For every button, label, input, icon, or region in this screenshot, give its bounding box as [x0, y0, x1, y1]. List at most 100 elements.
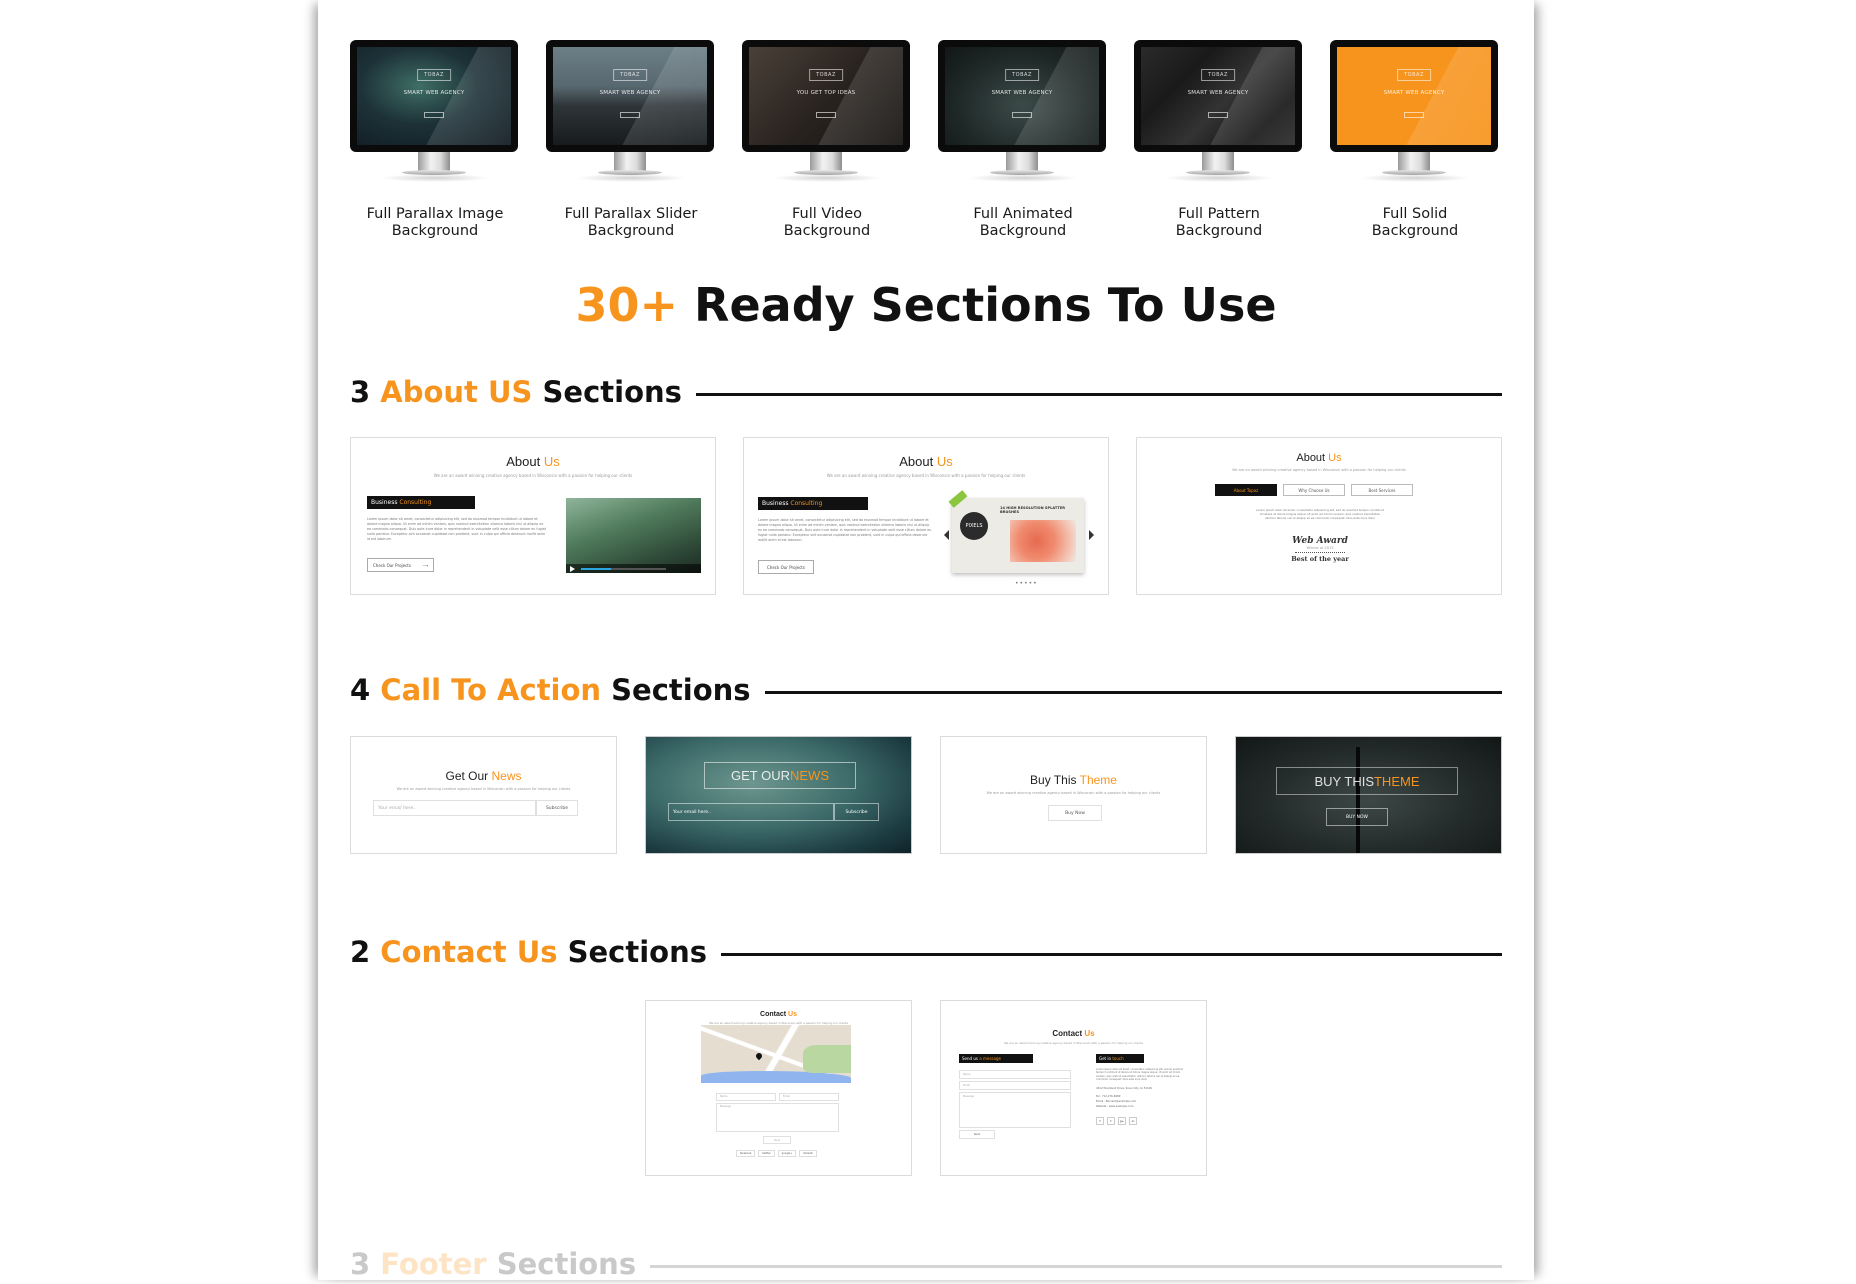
- buy-now-button[interactable]: Buy Now: [1048, 805, 1102, 821]
- slider-next-icon[interactable]: [1089, 530, 1094, 540]
- background-label: Full Video Background: [722, 206, 932, 240]
- tab-about-topaz[interactable]: About Topaz: [1215, 484, 1277, 496]
- tab-lorem: Lorem ipsum dolor sit amet, consectetur …: [1256, 508, 1384, 521]
- message-input[interactable]: Message: [716, 1103, 839, 1132]
- heading-suffix: Sections: [486, 1247, 637, 1281]
- screen-logo: TOBAZ: [809, 68, 843, 81]
- label-line-1: Full Pattern: [1178, 206, 1260, 222]
- email-input[interactable]: Your email here..: [668, 803, 834, 821]
- slider-prev-icon[interactable]: [944, 530, 949, 540]
- label-line-2: Background: [391, 223, 479, 239]
- section-heading-contact: 2 Contact Us Sections: [350, 932, 1502, 972]
- email-input[interactable]: Email: [779, 1093, 839, 1101]
- map[interactable]: [701, 1025, 851, 1083]
- heading-suffix: Sections: [601, 673, 751, 707]
- check-projects-button[interactable]: Check Our Projects: [758, 560, 814, 574]
- contact-card-map[interactable]: Contact Us We are an award winning creat…: [645, 1000, 912, 1176]
- label-line-2: Background: [979, 223, 1067, 239]
- social-facebook-icon[interactable]: f: [1096, 1117, 1104, 1125]
- card-subtitle: We are an award winning creative agency …: [1232, 468, 1406, 472]
- touch-lorem: Lorem ipsum dolor sit amet, consectetur …: [1096, 1068, 1184, 1082]
- monitor-shadow: [1360, 174, 1470, 182]
- card-title: About Us: [899, 454, 953, 469]
- social-twitter-link[interactable]: twitter: [758, 1150, 775, 1157]
- send-button[interactable]: Send: [763, 1136, 791, 1144]
- monitor-shadow: [1164, 174, 1274, 182]
- label-line-1: Full Solid: [1382, 206, 1448, 222]
- heading-rule: [695, 392, 1502, 396]
- screen-logo: TOBAZ: [417, 68, 451, 81]
- monitor-shadow: [968, 174, 1078, 182]
- heading-count: 4: [350, 673, 381, 707]
- social-googleplus-icon[interactable]: g+: [1118, 1117, 1126, 1125]
- screen-logo: TOBAZ: [613, 68, 647, 81]
- social-linkedin-icon[interactable]: in: [1129, 1117, 1137, 1125]
- slider-badge: PIXELS: [960, 512, 988, 540]
- background-label: Full Solid Background: [1310, 206, 1520, 240]
- email-address: Email : Bernard@example.com: [1096, 1100, 1137, 1103]
- social-facebook-link[interactable]: facebook: [736, 1150, 756, 1157]
- heading-highlight: Footer: [380, 1247, 487, 1281]
- cta-card-buy-light[interactable]: Buy This Theme We are an award winning c…: [940, 736, 1207, 854]
- contact-card-form[interactable]: Contact Us We are an award winning creat…: [940, 1000, 1207, 1176]
- social-googleplus-link[interactable]: google+: [777, 1150, 797, 1157]
- message-input[interactable]: Message: [959, 1092, 1071, 1128]
- heading-count: 3: [350, 1247, 381, 1281]
- about-card-2[interactable]: About Us We are an award winning creativ…: [743, 437, 1109, 595]
- cta-card-news-image[interactable]: GET OUR NEWS Your email here.. Subscribe: [645, 736, 912, 854]
- name-input[interactable]: Name: [716, 1093, 776, 1101]
- email-input[interactable]: Your email here..: [373, 800, 536, 816]
- card-subtitle: We are an award winning creative agency …: [433, 473, 633, 478]
- about-card-1[interactable]: About Us We are an award winning creativ…: [350, 437, 716, 595]
- card-title: Get Our News: [445, 769, 522, 783]
- telephone: Tel : 712-276-8489: [1096, 1095, 1121, 1098]
- slider-dots[interactable]: •••••: [1015, 580, 1038, 587]
- background-label: Full Pattern Background: [1114, 206, 1324, 240]
- heading-rule: [721, 952, 1502, 956]
- map-pin-icon[interactable]: [754, 1051, 764, 1061]
- heading-count: 2: [350, 935, 381, 969]
- monitor-stand: [614, 152, 646, 172]
- tab-best-services[interactable]: Best Services: [1351, 484, 1413, 496]
- cta-card-buy-image[interactable]: BUY THIS THEME BUY NOW: [1235, 736, 1502, 854]
- monitor-shadow: [576, 174, 686, 182]
- label-line-2: Background: [587, 223, 675, 239]
- name-input[interactable]: Name: [959, 1070, 1071, 1079]
- monitor-screen: TOBAZ YOU GET TOP IDEAS: [742, 40, 910, 152]
- award-title: Web Award: [1292, 536, 1348, 546]
- check-projects-button[interactable]: Check Our Projects ⟶: [367, 558, 434, 572]
- about-card-3[interactable]: About Us We are an award winning creativ…: [1136, 437, 1502, 595]
- label-line-1: Full Parallax Slider: [564, 206, 698, 222]
- social-twitter-icon[interactable]: t: [1107, 1117, 1115, 1125]
- heading-suffix: Sections: [557, 935, 708, 969]
- card-title: About Us: [506, 454, 560, 469]
- card-subtitle: We are an award winning creative agency …: [396, 787, 571, 791]
- screen-logo: TOBAZ: [1005, 68, 1039, 81]
- ribbon: [948, 490, 968, 508]
- screen-logo: TOBAZ: [1201, 68, 1235, 81]
- social-icons: f t g+ in: [1096, 1117, 1137, 1125]
- subscribe-button[interactable]: Subscribe: [536, 800, 578, 816]
- image-slider-preview: PIXELS 14 HIGH RESOLUTION SPLATTER BRUSH…: [948, 490, 1084, 573]
- business-consulting-block: Business Consulting: [758, 497, 868, 510]
- monitor-stand: [1202, 152, 1234, 172]
- send-button[interactable]: Send: [959, 1130, 995, 1139]
- main-title: 30+ Ready Sections To Use: [318, 278, 1534, 332]
- buy-now-button[interactable]: BUY NOW: [1326, 808, 1388, 826]
- social-linkedin-link[interactable]: linkedin: [799, 1150, 817, 1157]
- award-badge: Web Award Winner of 2013 Best of the yea…: [1280, 536, 1360, 563]
- card-subtitle: We are an award winning creative agency …: [1004, 1041, 1143, 1045]
- email-input[interactable]: Email: [959, 1081, 1071, 1090]
- card-title: Contact Us: [1052, 1029, 1095, 1038]
- splatter-image: [1010, 520, 1076, 562]
- section-heading-about: 3 About US Sections: [350, 372, 1502, 412]
- subscribe-button[interactable]: Subscribe: [834, 803, 879, 821]
- monitor-shadow: [380, 174, 490, 182]
- play-icon[interactable]: [570, 566, 575, 572]
- cta-card-news-light[interactable]: Get Our News We are an award winning cre…: [350, 736, 617, 854]
- branch-decoration: [646, 737, 748, 759]
- tab-why-choose-us[interactable]: Why Choose Us: [1283, 484, 1345, 496]
- card-subtitle: We are an award winning creative agency …: [986, 791, 1161, 795]
- main-title-highlight: 30+: [575, 278, 679, 332]
- card-lorem: Lorem ipsum dolor sit amet, consectetur …: [758, 518, 932, 542]
